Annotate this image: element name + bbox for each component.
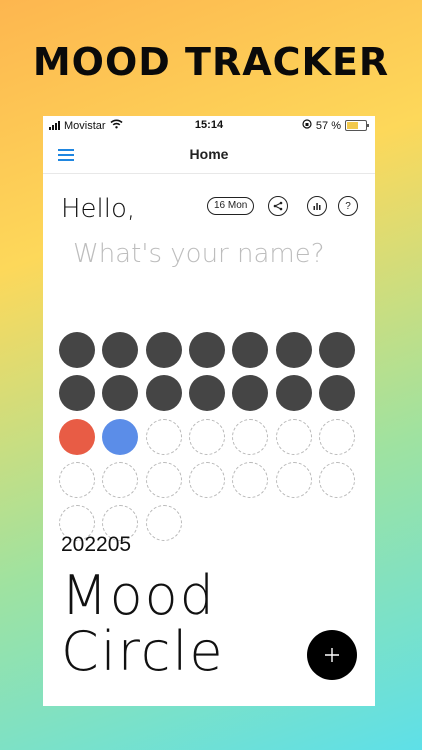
orientation-lock-icon — [302, 119, 312, 132]
plus-icon — [325, 648, 339, 662]
mood-day-filled[interactable] — [232, 332, 269, 368]
mood-day-filled[interactable] — [275, 375, 312, 412]
nav-title: Home — [189, 146, 229, 162]
help-button[interactable]: ? — [338, 196, 358, 216]
share-icon — [273, 201, 283, 211]
app-title-line-2: Circle — [61, 620, 225, 683]
nav-bar: Home — [43, 136, 375, 174]
mood-day-empty[interactable] — [188, 461, 225, 498]
bar-chart-icon — [313, 203, 321, 210]
mood-day-empty[interactable] — [232, 461, 269, 498]
stats-button[interactable] — [307, 196, 327, 216]
mood-day-filled[interactable] — [59, 332, 95, 368]
app-title: Mood Circle — [61, 568, 225, 680]
mood-day-empty[interactable] — [145, 418, 182, 455]
name-input[interactable] — [73, 239, 343, 269]
mood-day-filled[interactable] — [59, 375, 95, 412]
mood-day-empty[interactable] — [232, 418, 269, 455]
mood-day-empty[interactable] — [59, 461, 95, 498]
mood-day-empty[interactable] — [318, 461, 355, 498]
mood-day-filled[interactable] — [145, 375, 182, 412]
mood-day-filled[interactable] — [188, 332, 225, 368]
greeting: Hello, — [61, 194, 136, 224]
mood-day-empty[interactable] — [102, 461, 139, 498]
mood-day-filled[interactable] — [188, 375, 225, 412]
mood-day-filled[interactable] — [275, 332, 312, 368]
mood-day-empty[interactable] — [275, 418, 312, 455]
mood-day-blue[interactable] — [102, 418, 139, 455]
battery-percent: 57 % — [315, 119, 341, 132]
mood-day-filled[interactable] — [102, 375, 139, 412]
add-mood-button[interactable] — [307, 630, 357, 680]
mood-day-red[interactable] — [59, 418, 95, 455]
mood-day-empty[interactable] — [318, 418, 355, 455]
mood-day-empty[interactable] — [145, 505, 182, 542]
promo-banner-title: MOOD TRACKER — [32, 40, 390, 84]
help-icon: ? — [345, 200, 351, 212]
period-label: 202205 — [61, 533, 132, 556]
mood-day-empty[interactable] — [188, 418, 225, 455]
mood-day-empty[interactable] — [145, 461, 182, 498]
mood-day-filled[interactable] — [145, 332, 182, 368]
mood-day-filled[interactable] — [102, 332, 139, 368]
battery-icon — [345, 120, 369, 131]
date-pill[interactable]: 16 Mon — [207, 197, 255, 215]
phone-screen: Movistar 15:14 57 % Home Hello, 16 Mon ?… — [43, 116, 375, 706]
mood-day-filled[interactable] — [318, 375, 355, 412]
app-title-line-1: Mood — [61, 564, 216, 627]
mood-day-empty[interactable] — [275, 461, 312, 498]
status-right: 57 % — [302, 119, 369, 132]
mood-day-filled[interactable] — [318, 332, 355, 368]
share-button[interactable] — [268, 196, 288, 216]
status-bar: Movistar 15:14 57 % — [43, 116, 375, 136]
mood-day-filled[interactable] — [232, 375, 269, 412]
